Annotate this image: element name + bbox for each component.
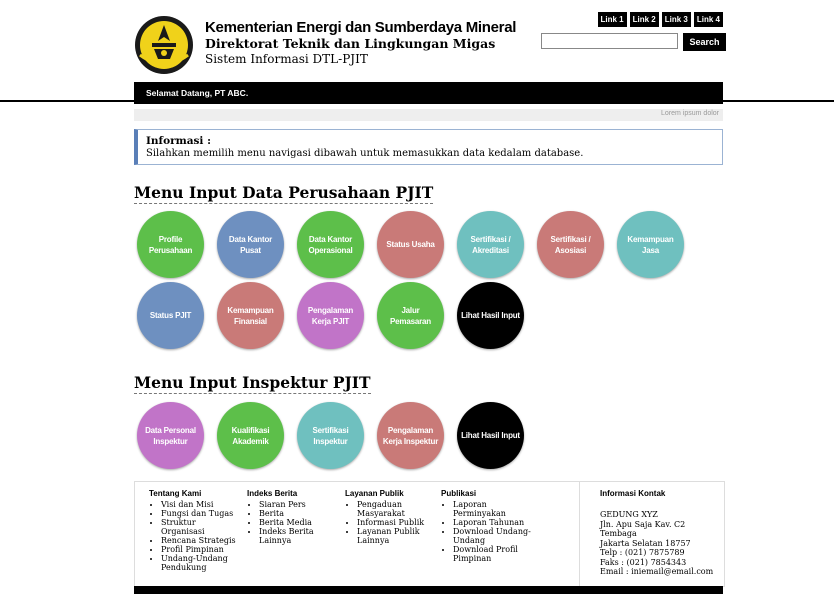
footer-link[interactable]: Berita: [259, 509, 337, 518]
contact-line: Telp : (021) 7875789: [600, 548, 685, 557]
footer-col-services: Layanan Publik Pengaduan Masyarakat Info…: [345, 489, 425, 545]
menu-button-lihat-hasil-input[interactable]: Lihat Hasil Input: [457, 282, 524, 349]
footer-link[interactable]: Undang-Undang Pendukung: [161, 554, 239, 572]
footer-link[interactable]: Rencana Strategis: [161, 536, 239, 545]
bottom-bar: [134, 586, 723, 594]
footer-link[interactable]: Siaran Pers: [259, 500, 337, 509]
contact-line: Faks : (021) 7854343: [600, 557, 687, 567]
directorate-title: Direktorat Teknik dan Lingkungan Migas: [205, 36, 496, 51]
menu-button-sertifikasi-asosiasi[interactable]: Sertifikasi / Asosiasi: [537, 211, 604, 278]
menu-button-jalur-pemasaran[interactable]: Jalur Pemasaran: [377, 282, 444, 349]
footer-col-news: Indeks Berita Siaran Pers Berita Berita …: [247, 489, 337, 545]
info-text: Silahkan memilih menu navigasi dibawah u…: [146, 148, 584, 159]
info-title: Informasi :: [146, 135, 211, 147]
search-input[interactable]: [541, 33, 678, 49]
menu-button-status-usaha[interactable]: Status Usaha: [377, 211, 444, 278]
menu-button-data-kantor-operasional[interactable]: Data Kantor Operasional: [297, 211, 364, 278]
header-titles: Kementerian Energi dan Sumberdaya Minera…: [205, 19, 516, 66]
menu-button-profile-perusahaan[interactable]: Profile Perusahaan: [137, 211, 204, 278]
inspector-button-kualifikasi-akademik[interactable]: Kualifikasi Akademik: [217, 402, 284, 469]
inspector-button-sertifikasi-inspektur[interactable]: Sertifikasi Inspektur: [297, 402, 364, 469]
footer-link[interactable]: Download Profil Pimpinan: [453, 545, 541, 563]
footer-col-title: Layanan Publik: [345, 489, 404, 498]
welcome-text: Selamat Datang, PT ABC.: [146, 88, 249, 98]
section-title-inspector: Menu Input Inspektur PJIT: [134, 373, 371, 394]
link-1[interactable]: Link 1: [597, 12, 627, 27]
footer-col-about: Tentang Kami Visi dan Misi Fungsi dan Tu…: [149, 489, 239, 572]
link-2[interactable]: Link 2: [629, 12, 659, 27]
top-links: Link 1 Link 2 Link 3 Link 4: [597, 12, 723, 27]
menu-button-status-pjit[interactable]: Status PJIT: [137, 282, 204, 349]
menu-button-pengalaman-kerja-pjit[interactable]: Pengalaman Kerja PJIT: [297, 282, 364, 349]
footer-col-title: Indeks Berita: [247, 489, 298, 498]
footer-link[interactable]: Informasi Publik: [357, 518, 425, 527]
system-title: Sistem Informasi DTL-PJIT: [205, 52, 368, 66]
footer-col-title: Tentang Kami: [149, 489, 202, 498]
section-title-company: Menu Input Data Perusahaan PJIT: [134, 183, 434, 204]
contact-line: GEDUNG XYZ: [600, 510, 658, 519]
link-3[interactable]: Link 3: [661, 12, 691, 27]
menu-button-kemampuan-finansial[interactable]: Kemampuan Finansial: [217, 282, 284, 349]
sub-bar: Lorem ipsum dolor: [134, 109, 723, 121]
contact-line: Jakarta Selatan 18757: [600, 538, 691, 548]
footer-link[interactable]: Pengaduan Masyarakat: [357, 500, 425, 518]
menu-button-kemampuan-jasa[interactable]: Kemampuan Jasa: [617, 211, 684, 278]
contact-line: Jln. Apu Saja Kav. C2 Tembaga: [600, 519, 686, 539]
footer: Tentang Kami Visi dan Misi Fungsi dan Tu…: [134, 481, 725, 587]
info-box: Informasi : Silahkan memilih menu naviga…: [134, 129, 723, 165]
header-divider: [0, 100, 834, 102]
search-form: Search: [541, 33, 726, 51]
footer-divider: [579, 482, 580, 586]
link-4[interactable]: Link 4: [693, 12, 723, 27]
footer-link[interactable]: Fungsi dan Tugas: [161, 509, 239, 518]
menu-button-data-kantor-pusat[interactable]: Data Kantor Pusat: [217, 211, 284, 278]
inspector-button-pengalaman-kerja-inspektur[interactable]: Pengalaman Kerja Inspektur: [377, 402, 444, 469]
footer-link[interactable]: Download Undang-Undang: [453, 527, 541, 545]
footer-link[interactable]: Laporan Perminyakan: [453, 500, 541, 518]
inspector-button-lihat-hasil-input[interactable]: Lihat Hasil Input: [457, 402, 524, 469]
footer-link[interactable]: Layanan Publik Lainnya: [357, 527, 425, 545]
footer-link[interactable]: Laporan Tahunan: [453, 518, 541, 527]
search-button[interactable]: Search: [683, 33, 726, 51]
footer-link[interactable]: Struktur Organisasi: [161, 518, 239, 536]
footer-contact: Informasi Kontak GEDUNG XYZ Jln. Apu Saj…: [600, 489, 720, 577]
footer-link[interactable]: Berita Media: [259, 518, 337, 527]
footer-link[interactable]: Profil Pimpinan: [161, 545, 239, 554]
ministry-logo: [135, 16, 193, 74]
footer-link[interactable]: Visi dan Misi: [161, 500, 239, 509]
footer-col-title: Publikasi: [441, 489, 477, 498]
menu-button-sertifikasi-akreditasi[interactable]: Sertifikasi / Akreditasi: [457, 211, 524, 278]
ministry-title: Kementerian Energi dan Sumberdaya Minera…: [205, 19, 517, 36]
sub-bar-text: Lorem ipsum dolor: [661, 110, 719, 117]
contact-title: Informasi Kontak: [600, 489, 666, 498]
contact-line: Email : iniemail@email.com: [600, 567, 714, 576]
footer-col-publications: Publikasi Laporan Perminyakan Laporan Ta…: [441, 489, 541, 563]
footer-link[interactable]: Indeks Berita Lainnya: [259, 527, 337, 545]
inspector-button-data-personal-inspektur[interactable]: Data Personal Inspektur: [137, 402, 204, 469]
